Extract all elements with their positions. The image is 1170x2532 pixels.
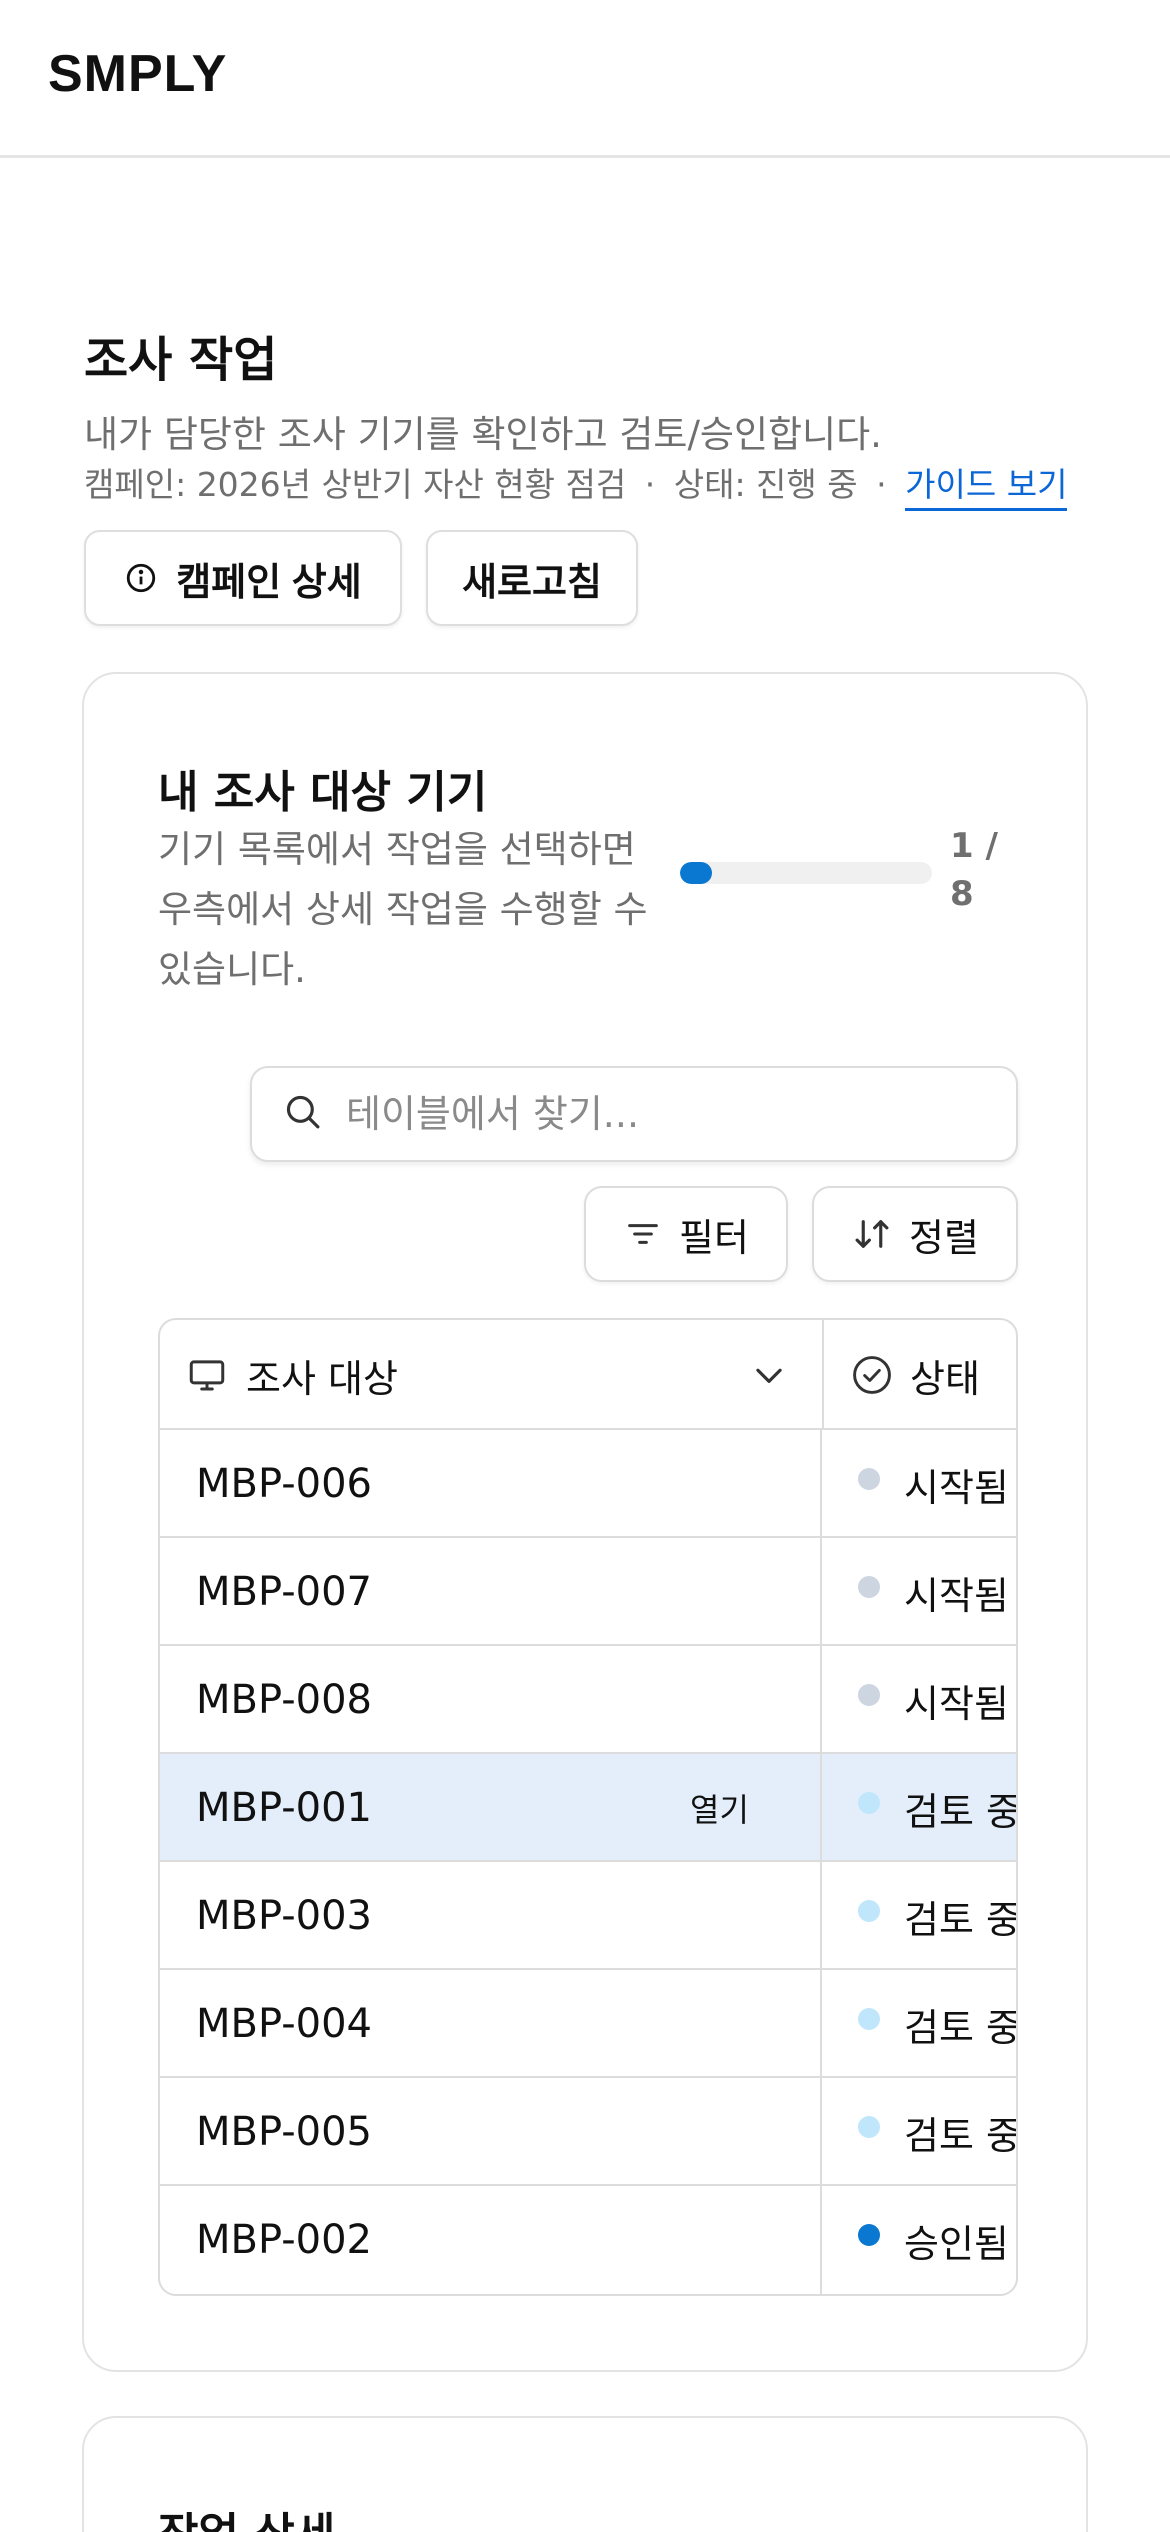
status-cell: 검토 중	[820, 1970, 1018, 2078]
filter-icon	[623, 1214, 663, 1254]
campaign-status: 상태: 진행 중	[673, 465, 858, 504]
campaign-name: 캠페인: 2026년 상반기 자산 현황 점검	[84, 465, 627, 504]
table-row[interactable]: MBP-004 검토 중	[160, 1970, 1018, 2078]
status-label: 검토 중	[904, 1897, 1018, 1942]
status-cell: 검토 중	[820, 1754, 1018, 1862]
meta-separator: ·	[644, 465, 656, 504]
table-row[interactable]: MBP-005 검토 중	[160, 2078, 1018, 2186]
status-dot	[858, 2008, 880, 2030]
status-cell: 시작됨	[820, 1430, 1016, 1538]
status-label: 검토 중	[904, 2113, 1018, 2158]
page-title: 조사 작업	[84, 332, 278, 388]
meta-separator: ·	[876, 465, 887, 504]
column-header-target-label: 조사 대상	[246, 1356, 398, 1401]
monitor-icon	[186, 1354, 228, 1396]
info-icon	[124, 561, 158, 595]
device-list-card: 내 조사 대상 기기 기기 목록에서 작업을 선택하면 우측에서 상세 작업을 …	[82, 672, 1088, 2372]
column-header-target[interactable]: 조사 대상	[160, 1320, 820, 1430]
status-label: 시작됨	[904, 1681, 1009, 1726]
device-cell[interactable]: MBP-006	[160, 1430, 820, 1538]
progress-bar	[680, 862, 932, 884]
open-button[interactable]: 열기	[690, 1754, 749, 1862]
status-label: 승인됨	[904, 2221, 1009, 2266]
status-dot	[858, 1900, 880, 1922]
table-row[interactable]: MBP-003 검토 중	[160, 1862, 1018, 1970]
task-detail-card: 작업 상세	[82, 2416, 1088, 2532]
sort-button[interactable]: 정렬	[812, 1186, 1018, 1282]
status-label: 검토 중	[904, 2005, 1018, 2050]
device-cell[interactable]: MBP-004	[160, 1970, 820, 2078]
status-dot	[858, 1792, 880, 1814]
filter-button[interactable]: 필터	[584, 1186, 788, 1282]
progress-label: 1 / 8	[950, 826, 998, 914]
search-input[interactable]	[346, 1092, 986, 1136]
chevron-down-icon[interactable]	[750, 1356, 788, 1398]
search-icon	[282, 1091, 324, 1137]
status-dot	[858, 1684, 880, 1706]
campaign-detail-label: 캠페인 상세	[176, 561, 362, 604]
table-row[interactable]: MBP-006 시작됨	[160, 1430, 1016, 1538]
status-cell: 검토 중	[820, 2078, 1018, 2186]
task-detail-title: 작업 상세	[158, 2498, 335, 2532]
sort-label: 정렬	[909, 1217, 979, 1260]
table-row[interactable]: MBP-008 시작됨	[160, 1646, 1016, 1754]
column-header-status[interactable]: 상태	[822, 1320, 1016, 1430]
refresh-button[interactable]: 새로고침	[426, 530, 638, 626]
guide-link[interactable]: 가이드 보기	[905, 465, 1068, 511]
status-cell: 승인됨	[820, 2186, 1016, 2294]
device-cell[interactable]: MBP-003	[160, 1862, 820, 1970]
top-bar: SMPLY	[0, 0, 1170, 158]
check-circle-icon	[850, 1353, 894, 1397]
status-dot	[858, 2116, 880, 2138]
status-dot	[858, 1468, 880, 1490]
device-cell[interactable]: MBP-008	[160, 1646, 820, 1754]
status-dot	[858, 2224, 880, 2246]
device-cell[interactable]: MBP-005	[160, 2078, 820, 2186]
table-row[interactable]: MBP-007 시작됨	[160, 1538, 1016, 1646]
progress-fill	[680, 862, 712, 884]
table-header: 조사 대상 상태	[160, 1320, 1016, 1430]
device-table: 조사 대상 상태 MBP-006 시작됨 MBP-007 시작됨 MBP-008…	[158, 1318, 1018, 2296]
campaign-meta: 캠페인: 2026년 상반기 자산 현황 점검 · 상태: 진행 중 · 가이드…	[84, 458, 1068, 511]
status-label: 시작됨	[904, 1465, 1009, 1510]
filter-label: 필터	[679, 1217, 749, 1260]
device-cell[interactable]: MBP-007	[160, 1538, 820, 1646]
status-cell: 검토 중	[820, 1862, 1018, 1970]
device-cell[interactable]: MBP-002	[160, 2186, 820, 2294]
page-subtitle: 내가 담당한 조사 기기를 확인하고 검토/승인합니다.	[84, 413, 882, 456]
status-label: 시작됨	[904, 1573, 1009, 1618]
status-cell: 시작됨	[820, 1646, 1016, 1754]
table-row[interactable]: MBP-002 승인됨	[160, 2186, 1016, 2294]
sort-icon	[851, 1213, 893, 1255]
status-label: 검토 중	[904, 1789, 1018, 1834]
table-search[interactable]	[250, 1066, 1018, 1162]
table-row-selected[interactable]: MBP-001 열기 검토 중	[160, 1754, 1018, 1862]
brand-logo[interactable]: SMPLY	[48, 44, 227, 104]
status-cell: 시작됨	[820, 1538, 1016, 1646]
device-list-description: 기기 목록에서 작업을 선택하면 우측에서 상세 작업을 수행할 수 있습니다.	[158, 828, 648, 991]
campaign-detail-button[interactable]: 캠페인 상세	[84, 530, 402, 626]
status-dot	[858, 1576, 880, 1598]
column-header-status-label: 상태	[910, 1356, 980, 1401]
device-list-title: 내 조사 대상 기기	[158, 767, 488, 818]
